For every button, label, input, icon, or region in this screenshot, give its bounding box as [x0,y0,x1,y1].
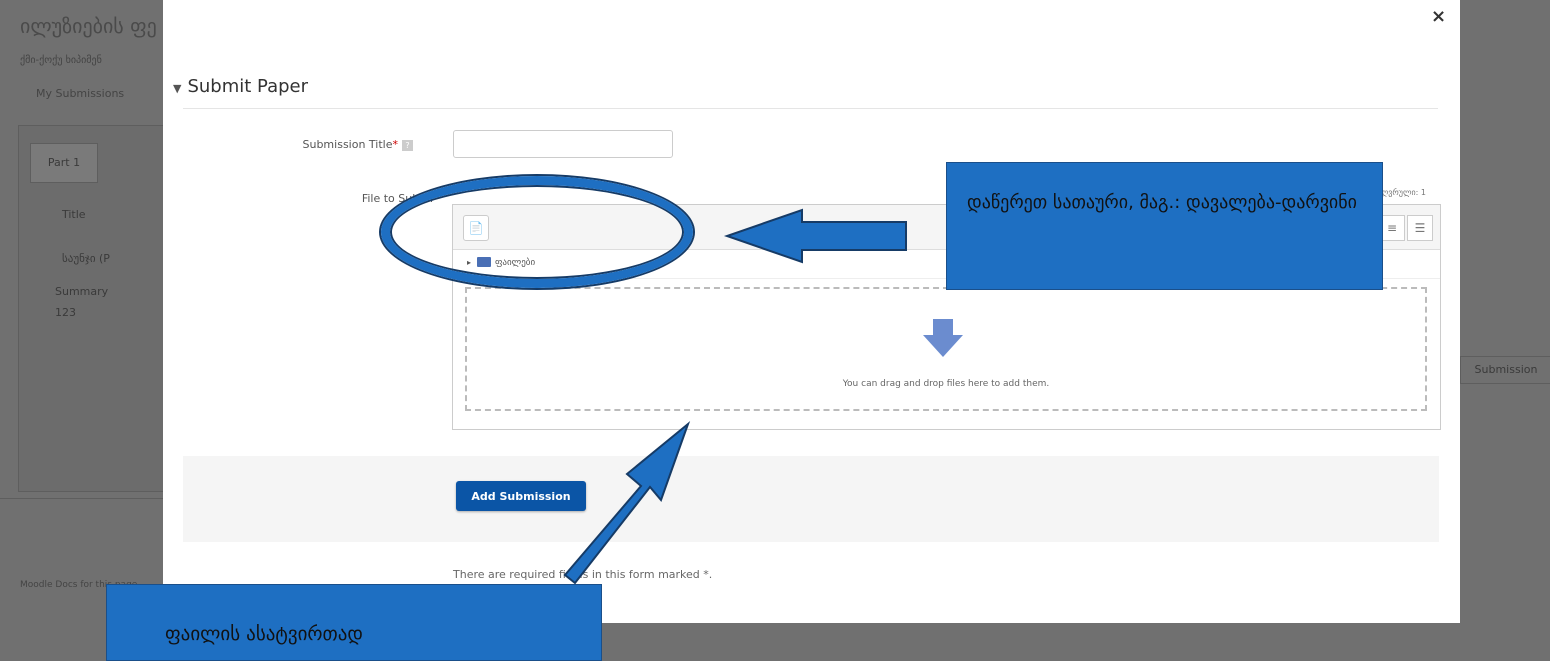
highlight-ellipse [381,176,693,288]
drop-zone-text: You can drag and drop files here to add … [842,379,1050,389]
title-instruction-callout: დაწერეთ სათაური, მაგ.: დავალება-დარვინი [946,162,1383,290]
breadcrumb: ქმი-ქოქუ ხიპიმენ [20,55,102,66]
max-size-note: ზღვრული: 1 [1378,188,1426,197]
legend-label: Submit Paper [187,76,309,97]
legend-divider [183,108,1438,109]
my-submissions-link[interactable]: My Submissions [36,87,124,100]
submission-title-label-text: Submission Title [302,138,393,151]
divider [0,498,163,499]
dialog-legend[interactable]: ▼ Submit Paper [173,76,308,97]
close-icon[interactable]: × [1431,6,1446,27]
collapse-caret-icon: ▼ [173,82,182,95]
required-fields-note: There are required fields in this form m… [453,568,712,581]
column-title: Title [62,208,86,221]
tab-part-1[interactable]: Part 1 [30,143,98,183]
submission-title-input[interactable] [453,130,673,158]
required-marker: * [392,138,399,151]
course-title: ილუზიების ფე [20,14,157,38]
help-icon[interactable]: ? [402,139,413,151]
required-fields-text: There are required fields in this form m… [453,568,713,581]
form-actions-area [183,456,1439,542]
summary-value: 123 [55,306,76,319]
file-instruction-callout: ფაილის ასატვირთად [106,584,602,661]
submission-inbox-button[interactable]: Submission [1460,356,1550,384]
submission-title-label: Submission Title*? [253,138,413,151]
add-submission-button[interactable]: Add Submission [456,481,586,511]
file-drop-zone[interactable]: You can drag and drop files here to add … [465,287,1427,411]
row-prefix: საუნჯი (P [62,252,110,265]
summary-label: Summary [55,285,109,298]
submit-paper-dialog: × ▼ Submit Paper Submission Title*? File … [163,0,1460,623]
tree-view-icon[interactable]: ☰ [1407,215,1433,241]
